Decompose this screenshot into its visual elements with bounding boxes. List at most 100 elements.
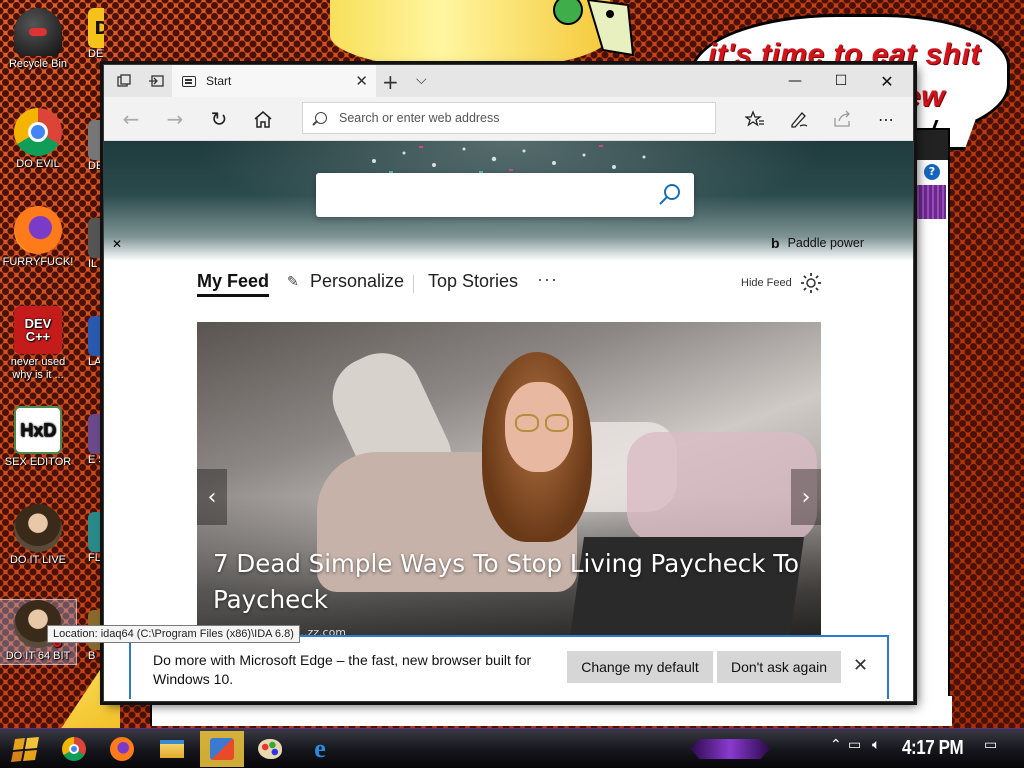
desktop-icon-label: never used why is it ... <box>10 356 66 381</box>
hxd-icon: HxD <box>14 406 62 454</box>
start-button[interactable] <box>4 731 48 767</box>
gear-icon[interactable] <box>800 272 822 294</box>
app-icon <box>88 512 104 552</box>
tab-close-icon[interactable]: ✕ <box>355 72 368 90</box>
volume-icon[interactable]: 🔈︎ <box>872 737 880 753</box>
taskbar-clock[interactable]: 4:17 PM <box>902 737 964 760</box>
taskbar-chrome[interactable] <box>52 731 96 767</box>
favorites-button[interactable] <box>740 105 770 133</box>
hxd-badge: HxD <box>19 419 56 440</box>
show-hidden-icons-chevron[interactable]: ⌃ <box>830 737 842 753</box>
tab-personalize[interactable]: Personalize <box>310 271 404 292</box>
tab-start[interactable]: Start ✕ <box>172 65 376 97</box>
paint-icon <box>210 738 234 760</box>
carousel-next-button[interactable]: › <box>791 469 821 525</box>
share-button[interactable] <box>828 105 858 133</box>
desktop-icon-lan[interactable]: LAN <box>84 316 104 386</box>
action-center-icon[interactable]: ▭ <box>984 737 997 753</box>
desktop-icon-label: DO IT LIVE <box>9 554 67 566</box>
desktop-icon-fl[interactable]: FL <box>84 512 104 572</box>
divider <box>413 275 414 293</box>
feed-navigation: My Feed ✎ Personalize Top Stories ··· Hi… <box>197 269 822 305</box>
forward-button[interactable]: → <box>160 105 190 133</box>
article-photo-pillow <box>627 432 817 542</box>
tab-list-chevron-icon[interactable]: ⌵ <box>416 72 427 88</box>
audio-waveform-icon <box>914 185 946 219</box>
app-icon <box>88 120 104 160</box>
taskbar: e ⌃ ▭ 🔈︎ 4:17 PM ▭ <box>0 728 1024 768</box>
tab-top-stories[interactable]: Top Stories <box>428 271 518 292</box>
edge-icon: e <box>314 734 326 763</box>
firefox-icon <box>14 206 62 254</box>
de-badge: De <box>94 17 104 39</box>
page-search-input[interactable] <box>316 173 694 217</box>
change-default-button[interactable]: Change my default <box>567 651 713 683</box>
tab-title: Start <box>206 74 232 88</box>
desktop-icon-label: B <box>88 650 96 662</box>
close-icon[interactable]: ✕ <box>112 237 122 251</box>
desktop-icon-de-ha[interactable]: DE HA <box>84 120 104 190</box>
help-icon[interactable]: ? <box>924 164 940 180</box>
taskbar-file-explorer[interactable] <box>150 731 194 767</box>
desktop-icon-label: IL <box>88 258 98 270</box>
dont-ask-again-button[interactable]: Don't ask again <box>717 651 841 683</box>
start-page: ✕ b Paddle power My Feed ✎ Personalize T… <box>104 141 913 701</box>
taskbar-firefox[interactable] <box>100 731 144 767</box>
de-icon: De <box>88 8 104 48</box>
more-tabs-button[interactable]: ··· <box>537 269 558 290</box>
desktop-icon-e-sim[interactable]: E SIM <box>84 414 104 484</box>
pencil-icon: ✎ <box>287 273 299 289</box>
article-headline[interactable]: 7 Dead Simple Ways To Stop Living Payche… <box>213 546 813 618</box>
taskbar-paint[interactable] <box>200 731 244 767</box>
search-icon[interactable] <box>658 183 682 207</box>
desktop-icon-sex-editor[interactable]: HxD SEX EDITOR <box>0 406 76 469</box>
app-icon <box>88 414 104 454</box>
maximize-button[interactable]: ☐ <box>818 65 864 97</box>
article-photo-glasses <box>515 414 539 432</box>
close-window-button[interactable]: ✕ <box>864 65 910 97</box>
hero-background: ✕ b Paddle power <box>104 141 913 261</box>
tab-preview-icon[interactable] <box>114 71 134 91</box>
web-note-button[interactable] <box>784 105 814 133</box>
desktop-icon-label: FURRYFUCK! <box>2 256 74 268</box>
desktop-icon-furryfuck[interactable]: FURRYFUCK! <box>0 206 76 269</box>
desktop-icon-devcpp[interactable]: DEV C++ never used why is it ... <box>0 306 76 382</box>
more-options-button[interactable]: ⋯ <box>872 105 902 133</box>
desktop-icon-label: SEX EDITOR <box>4 456 72 468</box>
devcpp-badge: DEV C++ <box>24 316 52 344</box>
address-bar[interactable]: Search or enter web address <box>302 102 716 134</box>
set-aside-tabs-icon[interactable] <box>146 71 166 91</box>
carousel-prev-button[interactable]: ‹ <box>197 469 227 525</box>
desktop-icon-recycle-bin[interactable]: Recycle Bin <box>0 8 76 71</box>
desktop-icon-label: LAN <box>88 356 104 368</box>
default-browser-notification: Do more with Microsoft Edge – the fast, … <box>129 635 889 699</box>
desktop-icon-do-it-live[interactable]: DO IT LIVE <box>0 504 76 567</box>
desktop-icon-label: DO EVIL <box>16 158 60 170</box>
desktop-icon-label: DET <box>88 48 104 60</box>
notification-text: Do more with Microsoft Edge – the fast, … <box>153 652 532 687</box>
bing-logo-icon: b <box>771 235 780 251</box>
chrome-icon <box>14 108 62 156</box>
tab-my-feed[interactable]: My Feed <box>197 271 270 297</box>
hide-feed-button[interactable]: Hide Feed <box>741 277 792 289</box>
home-button[interactable] <box>248 105 278 133</box>
new-tab-icon[interactable]: + <box>382 70 399 94</box>
file-explorer-icon <box>160 740 184 758</box>
notification-close-icon[interactable]: ✕ <box>853 655 868 676</box>
taskbar-paint-palette[interactable] <box>248 731 292 767</box>
devcpp-icon: DEV C++ <box>14 306 62 354</box>
back-button[interactable]: ← <box>116 105 146 133</box>
desktop-icon-il[interactable]: IL <box>84 218 104 278</box>
taskbar-edge[interactable]: e <box>298 731 342 767</box>
article-card[interactable]: ‹ › 7 Dead Simple Ways To Stop Living Pa… <box>197 322 821 638</box>
bing-image-caption[interactable]: b Paddle power <box>771 235 864 251</box>
desktop-icon-det[interactable]: De DET <box>84 8 104 88</box>
refresh-button[interactable]: ↻ <box>204 105 234 133</box>
tooltip: Location: idaq64 (C:\Program Files (x86)… <box>47 625 300 643</box>
bing-caption-text: Paddle power <box>787 236 865 250</box>
app-icon <box>88 218 104 258</box>
desktop-icon-do-evil[interactable]: DO EVIL <box>0 108 76 171</box>
tray-decoration <box>690 739 770 759</box>
minimize-button[interactable]: — <box>772 65 818 97</box>
network-icon[interactable]: ▭ <box>848 737 861 753</box>
